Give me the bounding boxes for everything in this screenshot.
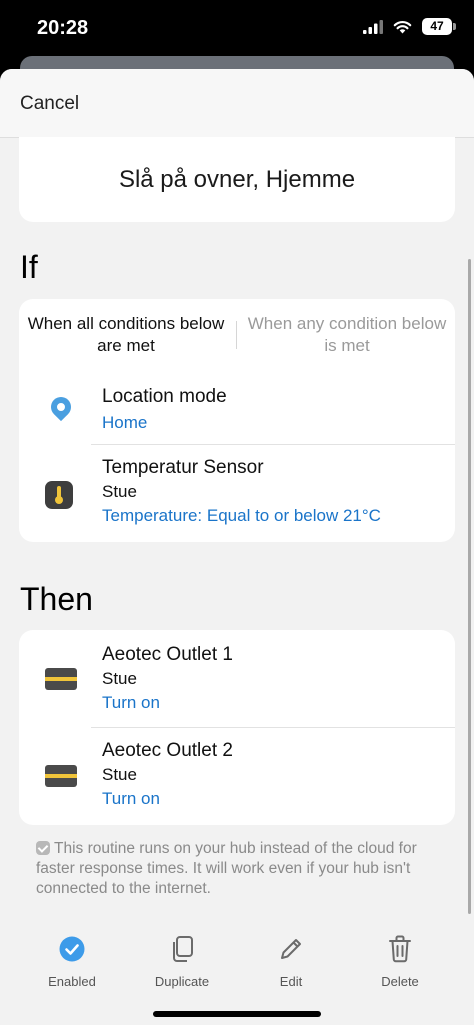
- outlet-icon: [45, 668, 77, 690]
- edit-label: Edit: [279, 974, 303, 989]
- actions-card: Aeotec Outlet 1 Stue Turn on Aeotec Outl…: [19, 630, 455, 825]
- pencil-icon: [241, 932, 341, 966]
- cellular-signal-icon: [363, 19, 383, 34]
- enabled-label: Enabled: [48, 974, 96, 989]
- conditions-card: When all conditions below are met When a…: [19, 299, 455, 542]
- status-time: 20:28: [37, 17, 89, 39]
- outlet-icon: [45, 765, 77, 787]
- thermometer-icon: [45, 481, 73, 509]
- condition-match-segment: When all conditions below are met When a…: [19, 299, 455, 369]
- delete-label: Delete: [381, 974, 419, 989]
- duplicate-icon: [132, 932, 232, 966]
- condition-title: Temperatur Sensor: [102, 457, 264, 478]
- condition-row-location[interactable]: Location mode Home: [19, 379, 455, 445]
- status-icons: 47: [363, 18, 456, 35]
- duplicate-label: Duplicate: [154, 974, 210, 989]
- condition-detail: Temperature: Equal to or below 21°C: [102, 506, 381, 525]
- delete-button[interactable]: Delete: [350, 932, 450, 989]
- condition-title: Location mode: [102, 386, 227, 407]
- home-indicator: [153, 1011, 321, 1017]
- action-title: Aeotec Outlet 1: [102, 644, 233, 665]
- action-title: Aeotec Outlet 2: [102, 740, 233, 761]
- action-detail: Turn on: [102, 693, 160, 712]
- routine-name: Slå på ovner, Hjemme: [118, 165, 356, 193]
- bottom-action-bar: Enabled Duplicate Edit Delete: [0, 919, 474, 1025]
- match-all-option[interactable]: When all conditions below are met: [26, 313, 226, 357]
- scrollbar[interactable]: [468, 259, 471, 914]
- wifi-icon: [393, 20, 412, 33]
- hub-note: This routine runs on your hub instead of…: [36, 839, 438, 899]
- sheet-header: Cancel: [0, 69, 474, 138]
- condition-row-temperature[interactable]: Temperatur Sensor Stue Temperature: Equa…: [19, 445, 455, 542]
- action-row-outlet-1[interactable]: Aeotec Outlet 1 Stue Turn on: [19, 630, 455, 727]
- action-row-outlet-2[interactable]: Aeotec Outlet 2 Stue Turn on: [19, 728, 455, 825]
- action-text: Aeotec Outlet 1 Stue Turn on: [102, 643, 445, 715]
- location-pin-icon: [46, 392, 76, 422]
- battery-icon: 47: [422, 18, 456, 35]
- edit-button[interactable]: Edit: [241, 932, 341, 989]
- routine-editor-sheet: Cancel Slå på ovner, Hjemme If When all …: [0, 69, 474, 1025]
- enabled-check-icon: [22, 932, 122, 966]
- action-detail: Turn on: [102, 789, 160, 808]
- action-subtitle: Stue: [102, 765, 137, 784]
- if-heading: If: [20, 249, 38, 285]
- cancel-button[interactable]: Cancel: [20, 93, 79, 115]
- trash-icon: [350, 932, 450, 966]
- segment-divider: [236, 321, 237, 349]
- status-bar: 20:28 47: [0, 0, 474, 62]
- condition-text: Temperatur Sensor Stue Temperature: Equa…: [102, 456, 445, 528]
- action-text: Aeotec Outlet 2 Stue Turn on: [102, 739, 445, 811]
- routine-name-card[interactable]: Slå på ovner, Hjemme: [19, 137, 455, 222]
- duplicate-button[interactable]: Duplicate: [132, 932, 232, 989]
- match-any-option[interactable]: When any condition below is met: [247, 313, 447, 357]
- condition-subtitle: Stue: [102, 482, 137, 501]
- enabled-toggle-button[interactable]: Enabled: [22, 932, 122, 989]
- action-subtitle: Stue: [102, 669, 137, 688]
- hub-note-text: This routine runs on your hub instead of…: [36, 840, 417, 897]
- condition-detail: Home: [102, 413, 148, 432]
- hub-check-icon: [36, 841, 50, 855]
- condition-text: Location mode Home: [102, 385, 445, 435]
- then-heading: Then: [20, 581, 93, 617]
